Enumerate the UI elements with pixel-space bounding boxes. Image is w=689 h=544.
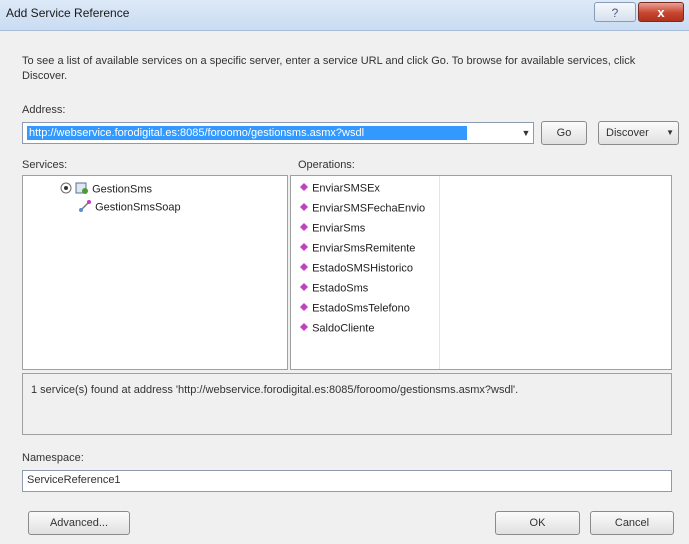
list-item[interactable]: EnviarSms xyxy=(299,222,365,235)
namespace-label: Namespace: xyxy=(22,452,84,464)
method-icon xyxy=(299,202,309,215)
method-icon xyxy=(299,242,309,255)
address-input[interactable]: http://webservice.forodigital.es:8085/fo… xyxy=(27,126,467,140)
method-icon xyxy=(299,182,309,195)
method-icon xyxy=(299,302,309,315)
ok-button[interactable]: OK xyxy=(495,511,580,535)
operation-label: EstadoSMSHistorico xyxy=(312,262,413,275)
discover-button-label: Discover xyxy=(606,127,649,139)
list-item[interactable]: EnviarSMSFechaEnvio xyxy=(299,202,425,215)
method-icon xyxy=(299,282,309,295)
close-button[interactable]: x xyxy=(638,2,684,22)
tree-item-gestionsmssoap[interactable]: GestionSmsSoap xyxy=(78,199,181,216)
endpoint-icon xyxy=(78,199,92,216)
advanced-button[interactable]: Advanced... xyxy=(28,511,130,535)
method-icon xyxy=(299,262,309,275)
cancel-button[interactable]: Cancel xyxy=(590,511,674,535)
operation-label: EnviarSmsRemitente xyxy=(312,242,416,255)
method-icon xyxy=(299,322,309,335)
service-icon xyxy=(75,181,89,198)
status-message: 1 service(s) found at address 'http://we… xyxy=(22,373,672,435)
list-item[interactable]: EstadoSmsTelefono xyxy=(299,302,410,315)
list-item[interactable]: EnviarSmsRemitente xyxy=(299,242,415,255)
operation-label: EstadoSms xyxy=(312,282,369,295)
operation-label: SaldoCliente xyxy=(312,322,375,335)
instructions-text: To see a list of available services on a… xyxy=(22,55,636,82)
window-title: Add Service Reference xyxy=(6,6,130,20)
operations-label: Operations: xyxy=(298,159,355,171)
operations-list[interactable]: EnviarSMSEx EnviarSMSFechaEnvio EnviarSm… xyxy=(290,175,672,370)
list-item[interactable]: EstadoSms xyxy=(299,282,368,295)
list-item[interactable]: SaldoCliente xyxy=(299,322,374,335)
address-label: Address: xyxy=(22,104,66,116)
collapse-icon[interactable] xyxy=(60,182,72,197)
tree-item-label: GestionSms xyxy=(92,183,153,196)
discover-button[interactable]: Discover ▼ xyxy=(598,121,679,145)
method-icon xyxy=(299,222,309,235)
operation-label: EstadoSmsTelefono xyxy=(312,302,410,315)
column-divider xyxy=(439,176,440,369)
discover-dropdown-icon[interactable]: ▼ xyxy=(666,122,674,144)
namespace-input[interactable]: ServiceReference1 xyxy=(22,470,672,492)
chevron-down-icon[interactable]: ▼ xyxy=(519,126,533,140)
title-bar: Add Service Reference ? x xyxy=(0,0,689,31)
help-button[interactable]: ? xyxy=(594,2,636,22)
operation-label: EnviarSMSFechaEnvio xyxy=(312,202,426,215)
operation-label: EnviarSms xyxy=(312,222,366,235)
list-item[interactable]: EstadoSMSHistorico xyxy=(299,262,413,275)
go-button[interactable]: Go xyxy=(541,121,587,145)
services-tree[interactable]: GestionSms GestionSmsSoap xyxy=(22,175,288,370)
add-service-reference-dialog: Add Service Reference ? x To see a list … xyxy=(0,0,689,544)
tree-item-gestionsms[interactable]: GestionSms xyxy=(60,181,152,198)
list-item[interactable]: EnviarSMSEx xyxy=(299,182,380,195)
address-combobox[interactable]: http://webservice.forodigital.es:8085/fo… xyxy=(22,122,534,144)
tree-item-label: GestionSmsSoap xyxy=(95,201,181,214)
services-label: Services: xyxy=(22,159,68,171)
operation-label: EnviarSMSEx xyxy=(312,182,380,195)
